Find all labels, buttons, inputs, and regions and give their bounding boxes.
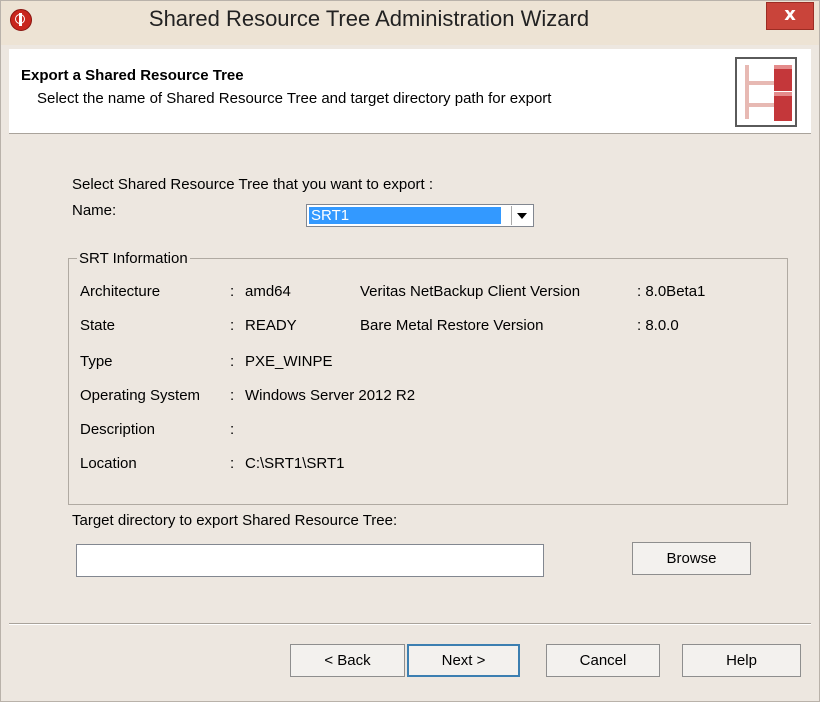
title-bar[interactable]: Shared Resource Tree Administration Wiza… xyxy=(1,1,819,45)
operating-system-label: Operating System xyxy=(80,387,201,404)
srt-tree-logo-icon xyxy=(735,57,797,127)
location-label: Location xyxy=(80,455,137,472)
type-sep: : xyxy=(230,353,235,370)
netbackup-client-version-value: : 8.0Beta1 xyxy=(637,283,706,300)
description-label: Description xyxy=(80,421,156,438)
back-button[interactable]: < Back xyxy=(290,644,405,677)
target-directory-label: Target directory to export Shared Resour… xyxy=(72,512,398,529)
cancel-button[interactable]: Cancel xyxy=(546,644,660,677)
wizard-body: Select Shared Resource Tree that you wan… xyxy=(9,135,811,692)
srt-name-select[interactable]: SRT1 xyxy=(306,204,534,227)
srt-name-selected-value: SRT1 xyxy=(309,207,501,224)
close-button[interactable]: x xyxy=(766,2,814,30)
wizard-header: Export a Shared Resource Tree Select the… xyxy=(9,49,811,134)
type-label: Type xyxy=(80,353,113,370)
operating-system-value: Windows Server 2012 R2 xyxy=(245,387,416,404)
help-button[interactable]: Help xyxy=(682,644,801,677)
next-button[interactable]: Next > xyxy=(407,644,520,677)
chevron-down-icon[interactable] xyxy=(511,206,532,225)
name-label: Name: xyxy=(72,202,117,219)
browse-button[interactable]: Browse xyxy=(632,542,751,575)
location-value: C:\SRT1\SRT1 xyxy=(245,455,345,472)
operating-system-sep: : xyxy=(230,387,235,404)
architecture-label: Architecture xyxy=(80,283,161,300)
select-srt-prompt: Select Shared Resource Tree that you wan… xyxy=(72,176,434,193)
page-subtitle: Select the name of Shared Resource Tree … xyxy=(37,90,552,107)
type-value: PXE_WINPE xyxy=(245,353,333,370)
architecture-value: amd64 xyxy=(245,283,291,300)
state-label: State xyxy=(80,317,116,334)
location-sep: : xyxy=(230,455,235,472)
window-title: Shared Resource Tree Administration Wiza… xyxy=(148,6,590,31)
bmr-version-label: Bare Metal Restore Version xyxy=(360,317,544,334)
footer-divider xyxy=(9,623,811,625)
netbackup-client-version-label: Veritas NetBackup Client Version xyxy=(360,283,581,300)
architecture-sep: : xyxy=(230,283,235,300)
description-sep: : xyxy=(230,421,235,438)
srt-information-legend: SRT Information xyxy=(79,250,188,267)
page-title: Export a Shared Resource Tree xyxy=(21,67,244,84)
state-sep: : xyxy=(230,317,235,334)
target-directory-input[interactable] xyxy=(76,544,544,577)
bmr-version-value: : 8.0.0 xyxy=(637,317,679,334)
wizard-window: Shared Resource Tree Administration Wiza… xyxy=(0,0,820,702)
state-value: READY xyxy=(245,317,297,334)
